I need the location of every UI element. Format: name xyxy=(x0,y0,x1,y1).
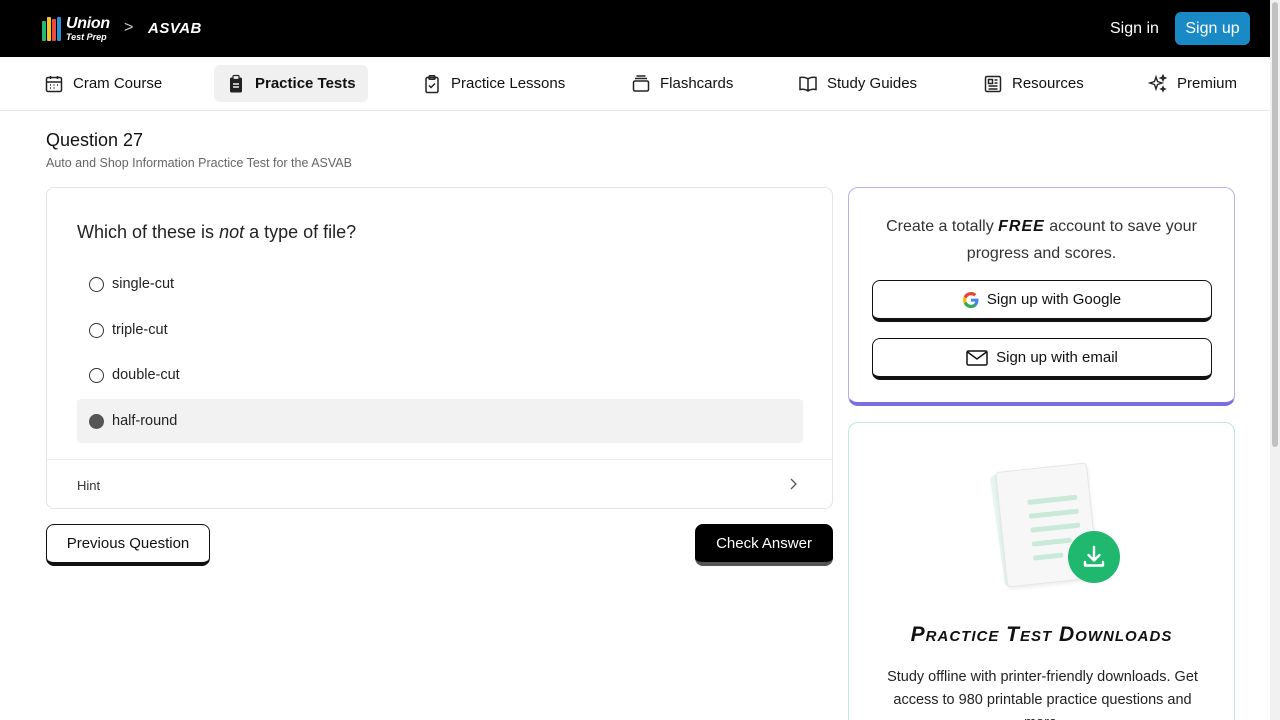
nav-item-practice-lessons[interactable]: Practice Lessons xyxy=(410,65,577,102)
question-text: Which of these is not a type of file? xyxy=(77,222,357,242)
answer-option[interactable]: double-cut xyxy=(77,353,803,397)
question-number-title: Question 27 xyxy=(46,130,144,150)
calendar-icon xyxy=(45,75,63,92)
check-answer-button[interactable]: Check Answer xyxy=(695,524,833,566)
hint-toggle[interactable]: Hint xyxy=(47,459,832,509)
nav-label: Practice Lessons xyxy=(451,75,566,92)
hint-label: Hint xyxy=(77,478,101,493)
signup-card: Create a totally FREE account to save yo… xyxy=(848,187,1235,406)
union-test-prep-logo[interactable]: Union Test Prep xyxy=(42,15,110,43)
sign-up-google-button[interactable]: Sign up with Google xyxy=(872,280,1212,322)
nav-item-study-guides[interactable]: Study Guides xyxy=(786,65,929,102)
question-card: Which of these is not a type of file? si… xyxy=(46,187,833,509)
nav-label: Flashcards xyxy=(660,75,734,92)
downloads-title: Practice Test Downloads xyxy=(910,623,1173,646)
logo-text-line2: Test Prep xyxy=(66,32,107,42)
nav-label: Study Guides xyxy=(827,75,918,92)
nav-item-practice-tests[interactable]: Practice Tests xyxy=(214,65,368,102)
newspaper-icon xyxy=(984,75,1002,92)
breadcrumb-exam-link[interactable]: ASVAB xyxy=(148,20,202,37)
nav-label: Resources xyxy=(1012,75,1084,92)
sparkle-icon xyxy=(1148,73,1168,93)
download-icon xyxy=(1068,531,1120,583)
sign-in-button[interactable]: Sign in xyxy=(1110,20,1159,38)
answer-option-label: double-cut xyxy=(112,367,180,383)
question-emphasis: not xyxy=(219,222,245,242)
radio-button[interactable] xyxy=(89,322,104,338)
clipboard-icon xyxy=(230,74,242,92)
books-logo-icon xyxy=(42,17,62,41)
google-button-label: Sign up with Google xyxy=(986,291,1122,308)
sign-up-email-button[interactable]: Sign up with email xyxy=(872,338,1212,380)
envelope-icon xyxy=(966,349,988,366)
radio-button[interactable] xyxy=(89,367,104,383)
nav-item-cram-course[interactable]: Cram Course xyxy=(32,65,174,102)
answer-option[interactable]: triple-cut xyxy=(77,308,803,352)
free-emphasis: FREE xyxy=(998,218,1045,235)
cards-icon xyxy=(632,74,650,92)
top-bar: Union Test Prep > ASVAB Sign in Sign up xyxy=(0,0,1280,57)
google-icon xyxy=(962,291,979,308)
main-nav: Cram Course Practice Tests Practice Less… xyxy=(0,57,1270,111)
answer-option[interactable]: single-cut xyxy=(77,262,803,306)
downloads-card: Practice Test Downloads Study offline wi… xyxy=(848,422,1235,720)
nav-label: Premium xyxy=(1177,75,1238,92)
signup-prompt: Create a totally FREE account to save yo… xyxy=(886,218,1197,262)
radio-button-selected[interactable] xyxy=(89,413,104,429)
clipboard-check-icon xyxy=(425,74,439,93)
answer-option-label: half-round xyxy=(112,413,178,429)
nav-label: Practice Tests xyxy=(255,75,356,92)
nav-item-flashcards[interactable]: Flashcards xyxy=(619,65,745,102)
book-icon xyxy=(799,76,817,92)
scrollbar-thumb[interactable] xyxy=(1272,2,1278,447)
answer-option-label: single-cut xyxy=(112,276,175,292)
test-subtitle: Auto and Shop Information Practice Test … xyxy=(46,156,352,170)
answer-option-selected[interactable]: half-round xyxy=(77,399,803,443)
nav-item-resources[interactable]: Resources xyxy=(971,65,1096,102)
radio-button[interactable] xyxy=(89,276,104,292)
downloads-description: Study offline with printer-friendly down… xyxy=(887,669,1198,720)
chevron-right-icon xyxy=(790,478,797,490)
email-button-label: Sign up with email xyxy=(996,349,1118,366)
breadcrumb-chevron-icon: > xyxy=(124,19,134,36)
sign-up-button[interactable]: Sign up xyxy=(1175,12,1250,45)
nav-label: Cram Course xyxy=(73,75,163,92)
answer-option-label: triple-cut xyxy=(112,322,168,338)
previous-question-button[interactable]: Previous Question xyxy=(46,524,210,566)
nav-item-premium[interactable]: Premium xyxy=(1136,65,1249,102)
page-scrollbar[interactable] xyxy=(1270,0,1280,720)
logo-text-line1: Union xyxy=(66,15,110,32)
